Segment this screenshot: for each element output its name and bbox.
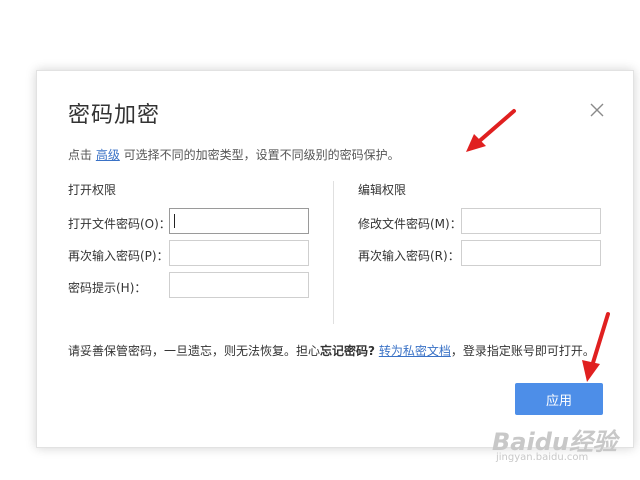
open-permission-title: 打开权限: [68, 183, 117, 197]
notice-text-c: ，登录指定账号即可打开。: [450, 344, 595, 358]
reenter-open-password-label: 再次输入密码(P)：: [68, 249, 169, 263]
password-hint-field[interactable]: [169, 272, 309, 298]
close-button[interactable]: [589, 102, 605, 118]
column-divider: [333, 181, 334, 324]
advanced-hint: 点击 高级 可选择不同的加密类型，设置不同级别的密码保护。: [68, 146, 400, 163]
reenter-open-password-field[interactable]: [169, 240, 309, 266]
dialog-title: 密码加密: [68, 103, 161, 128]
reenter-modify-password-label: 再次输入密码(R)：: [358, 249, 460, 263]
hint-prefix: 点击: [68, 148, 96, 162]
password-encrypt-dialog: 密码加密 点击 高级 可选择不同的加密类型，设置不同级别的密码保护。 打开权限 …: [36, 70, 634, 448]
password-hint-label: 密码提示(H)：: [68, 281, 147, 295]
reenter-modify-password-field[interactable]: [461, 240, 601, 266]
modify-password-field[interactable]: [461, 208, 601, 234]
open-password-field[interactable]: [169, 208, 309, 234]
apply-button[interactable]: 应用: [515, 383, 603, 415]
notice-text-a: 请妥善保管密码，一旦遗忘，则无法恢复。担心: [68, 344, 321, 358]
notice-bold: 忘记密码?: [320, 344, 375, 358]
modify-password-label: 修改文件密码(M)：: [358, 217, 462, 231]
close-icon: [590, 103, 604, 117]
password-notice: 请妥善保管密码，一旦遗忘，则无法恢复。担心忘记密码? 转为私密文档，登录指定账号…: [68, 342, 595, 359]
edit-permission-title: 编辑权限: [358, 183, 407, 197]
hint-suffix: 可选择不同的加密类型，设置不同级别的密码保护。: [119, 148, 400, 162]
private-doc-link[interactable]: 转为私密文档: [379, 344, 451, 358]
screenshot-stage: 密码加密 点击 高级 可选择不同的加密类型，设置不同级别的密码保护。 打开权限 …: [0, 0, 640, 480]
open-password-label: 打开文件密码(O)：: [68, 217, 171, 231]
watermark-url: jingyan.baidu.com: [496, 452, 589, 463]
text-caret: [174, 214, 175, 228]
advanced-link[interactable]: 高级: [96, 148, 120, 162]
